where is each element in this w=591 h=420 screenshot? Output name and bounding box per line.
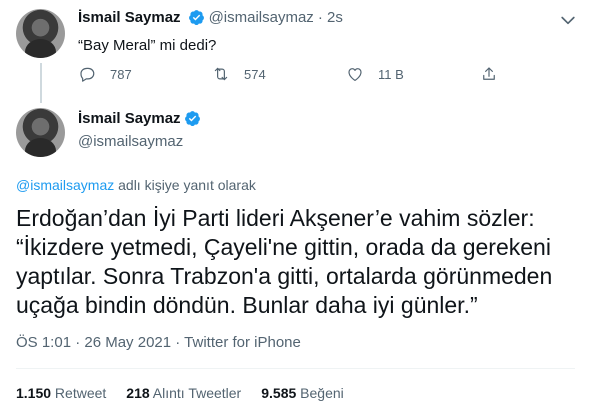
verified-icon xyxy=(184,111,200,127)
replying-mention-link[interactable]: @ismailsaymaz xyxy=(16,177,114,193)
retweet-icon xyxy=(214,67,228,81)
retweet-stat-label: Retweet xyxy=(51,385,107,401)
reply-timestamp[interactable]: · 2s xyxy=(318,9,343,26)
reply-author-handle[interactable]: @ismailsaymaz xyxy=(209,9,314,26)
more-icon[interactable] xyxy=(558,10,578,30)
retweet-stat[interactable]: 1.150 Retweet xyxy=(16,385,106,401)
share-button[interactable] xyxy=(480,65,498,83)
main-author-name[interactable]: İsmail Saymaz xyxy=(78,110,181,127)
replying-to: @ismailsaymaz adlı kişiye yanıt olarak xyxy=(16,177,256,193)
like-stat[interactable]: 9.585 Beğeni xyxy=(261,385,344,401)
main-tweet-text: Erdoğan’dan İyi Parti lideri Akşener’e v… xyxy=(16,205,553,318)
reply-icon xyxy=(80,67,95,82)
main-tweet-author: İsmail Saymaz xyxy=(78,110,201,127)
avatar[interactable] xyxy=(16,9,65,58)
share-icon xyxy=(483,67,495,80)
tweet-meta[interactable]: ÖS 1:01 · 26 May 2021 · Twitter for iPho… xyxy=(16,334,301,351)
reply-author-name[interactable]: İsmail Saymaz xyxy=(78,9,181,26)
retweet-button[interactable]: 574 xyxy=(212,65,346,83)
like-button[interactable]: 11 B xyxy=(346,65,480,83)
reply-tweet-text: “Bay Meral” mi dedi? xyxy=(78,37,217,54)
reply-actions: 787 574 11 B xyxy=(78,65,498,83)
reply-count: 787 xyxy=(110,66,132,82)
main-author-handle[interactable]: @ismailsaymaz xyxy=(78,133,183,150)
like-stat-value: 9.585 xyxy=(261,385,297,401)
thread-line xyxy=(40,63,42,103)
quote-stat-label: Alıntı Tweetler xyxy=(149,385,242,401)
quote-stat-value: 218 xyxy=(126,385,150,401)
retweet-stat-value: 1.150 xyxy=(16,385,52,401)
retweet-count: 574 xyxy=(244,66,266,82)
divider xyxy=(16,368,575,369)
like-icon xyxy=(348,68,362,81)
quote-stat[interactable]: 218 Alıntı Tweetler xyxy=(126,385,241,401)
replying-suffix: adlı kişiye yanıt olarak xyxy=(114,177,256,193)
reply-tweet-header: İsmail Saymaz @ismailsaymaz · 2s xyxy=(78,9,343,26)
reply-button[interactable]: 787 xyxy=(78,65,212,83)
avatar[interactable] xyxy=(16,108,65,157)
verified-icon xyxy=(188,10,204,26)
like-stat-label: Beğeni xyxy=(296,385,344,401)
tweet-stats: 1.150 Retweet 218 Alıntı Tweetler 9.585 … xyxy=(16,385,364,401)
like-count: 11 B xyxy=(378,66,404,82)
